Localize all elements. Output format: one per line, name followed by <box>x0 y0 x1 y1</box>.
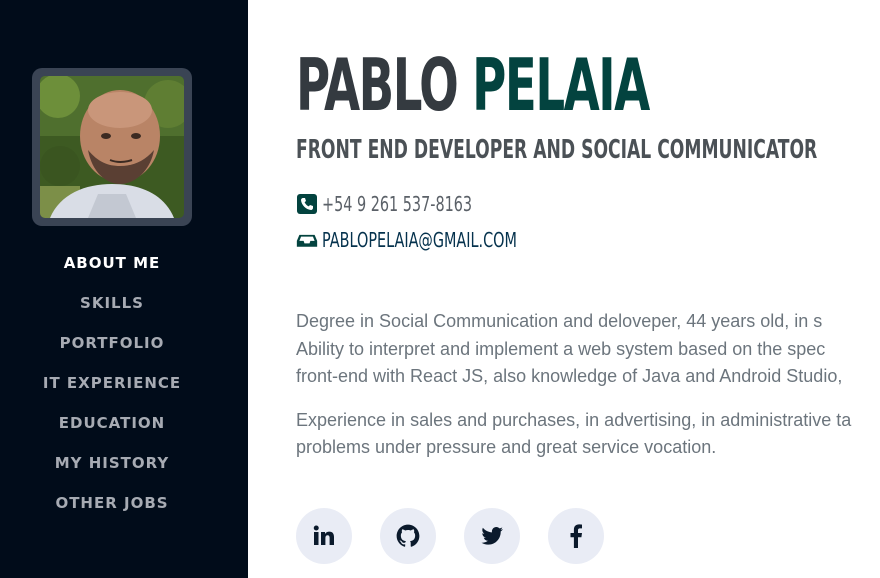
nav-item-my-history[interactable]: MY HISTORY <box>0 450 224 490</box>
phone-row: +54 9 261 537-8163 <box>296 190 530 218</box>
nav-item-it-experience[interactable]: IT EXPERIENCE <box>0 370 224 410</box>
page-title: PABLO PELAIA <box>296 42 650 128</box>
twitter-button[interactable] <box>464 508 520 564</box>
github-icon <box>396 524 420 547</box>
phone-number: +54 9 261 537-8163 <box>322 192 473 216</box>
linkedin-button[interactable] <box>296 508 352 564</box>
about-text: Degree in Social Communication and delov… <box>296 308 880 478</box>
about-line: Experience in sales and purchases, in ad… <box>296 409 852 430</box>
sidebar-nav: ABOUT ME SKILLS PORTFOLIO IT EXPERIENCE … <box>0 250 224 530</box>
last-name: PELAIA <box>472 43 650 127</box>
email-row[interactable]: PABLOPELAIA@GMAIL.COM <box>296 226 593 254</box>
about-paragraph-1: Degree in Social Communication and delov… <box>296 308 880 391</box>
social-links <box>296 508 632 564</box>
linkedin-icon <box>313 525 334 545</box>
facebook-icon <box>570 524 582 548</box>
nav-item-about-me[interactable]: ABOUT ME <box>0 250 224 290</box>
twitter-icon <box>481 527 503 545</box>
email-link[interactable]: PABLOPELAIA@GMAIL.COM <box>322 228 517 252</box>
about-line: problems under pressure and great servic… <box>296 437 717 457</box>
facebook-button[interactable] <box>548 508 604 564</box>
job-subtitle: FRONT END DEVELOPER AND SOCIAL COMMUNICA… <box>296 135 818 165</box>
nav-item-skills[interactable]: SKILLS <box>0 290 224 330</box>
sidebar: ABOUT ME SKILLS PORTFOLIO IT EXPERIENCE … <box>0 0 248 578</box>
nav-item-other-jobs[interactable]: OTHER JOBS <box>0 490 224 530</box>
first-name: PABLO <box>296 43 459 127</box>
avatar-frame <box>32 68 192 226</box>
main-content: PABLO PELAIA FRONT END DEVELOPER AND SOC… <box>248 0 880 578</box>
nav-item-education[interactable]: EDUCATION <box>0 410 224 450</box>
about-paragraph-2: Experience in sales and purchases, in ad… <box>296 407 880 462</box>
phone-icon <box>297 194 317 214</box>
about-line: front-end with React JS, also knowledge … <box>296 366 843 386</box>
github-button[interactable] <box>380 508 436 564</box>
avatar <box>40 76 184 218</box>
inbox-icon <box>296 234 318 247</box>
nav-item-portfolio[interactable]: PORTFOLIO <box>0 330 224 370</box>
about-line: Degree in Social Communication and delov… <box>296 311 823 331</box>
about-line: Ability to interpret and implement a web… <box>296 338 826 359</box>
